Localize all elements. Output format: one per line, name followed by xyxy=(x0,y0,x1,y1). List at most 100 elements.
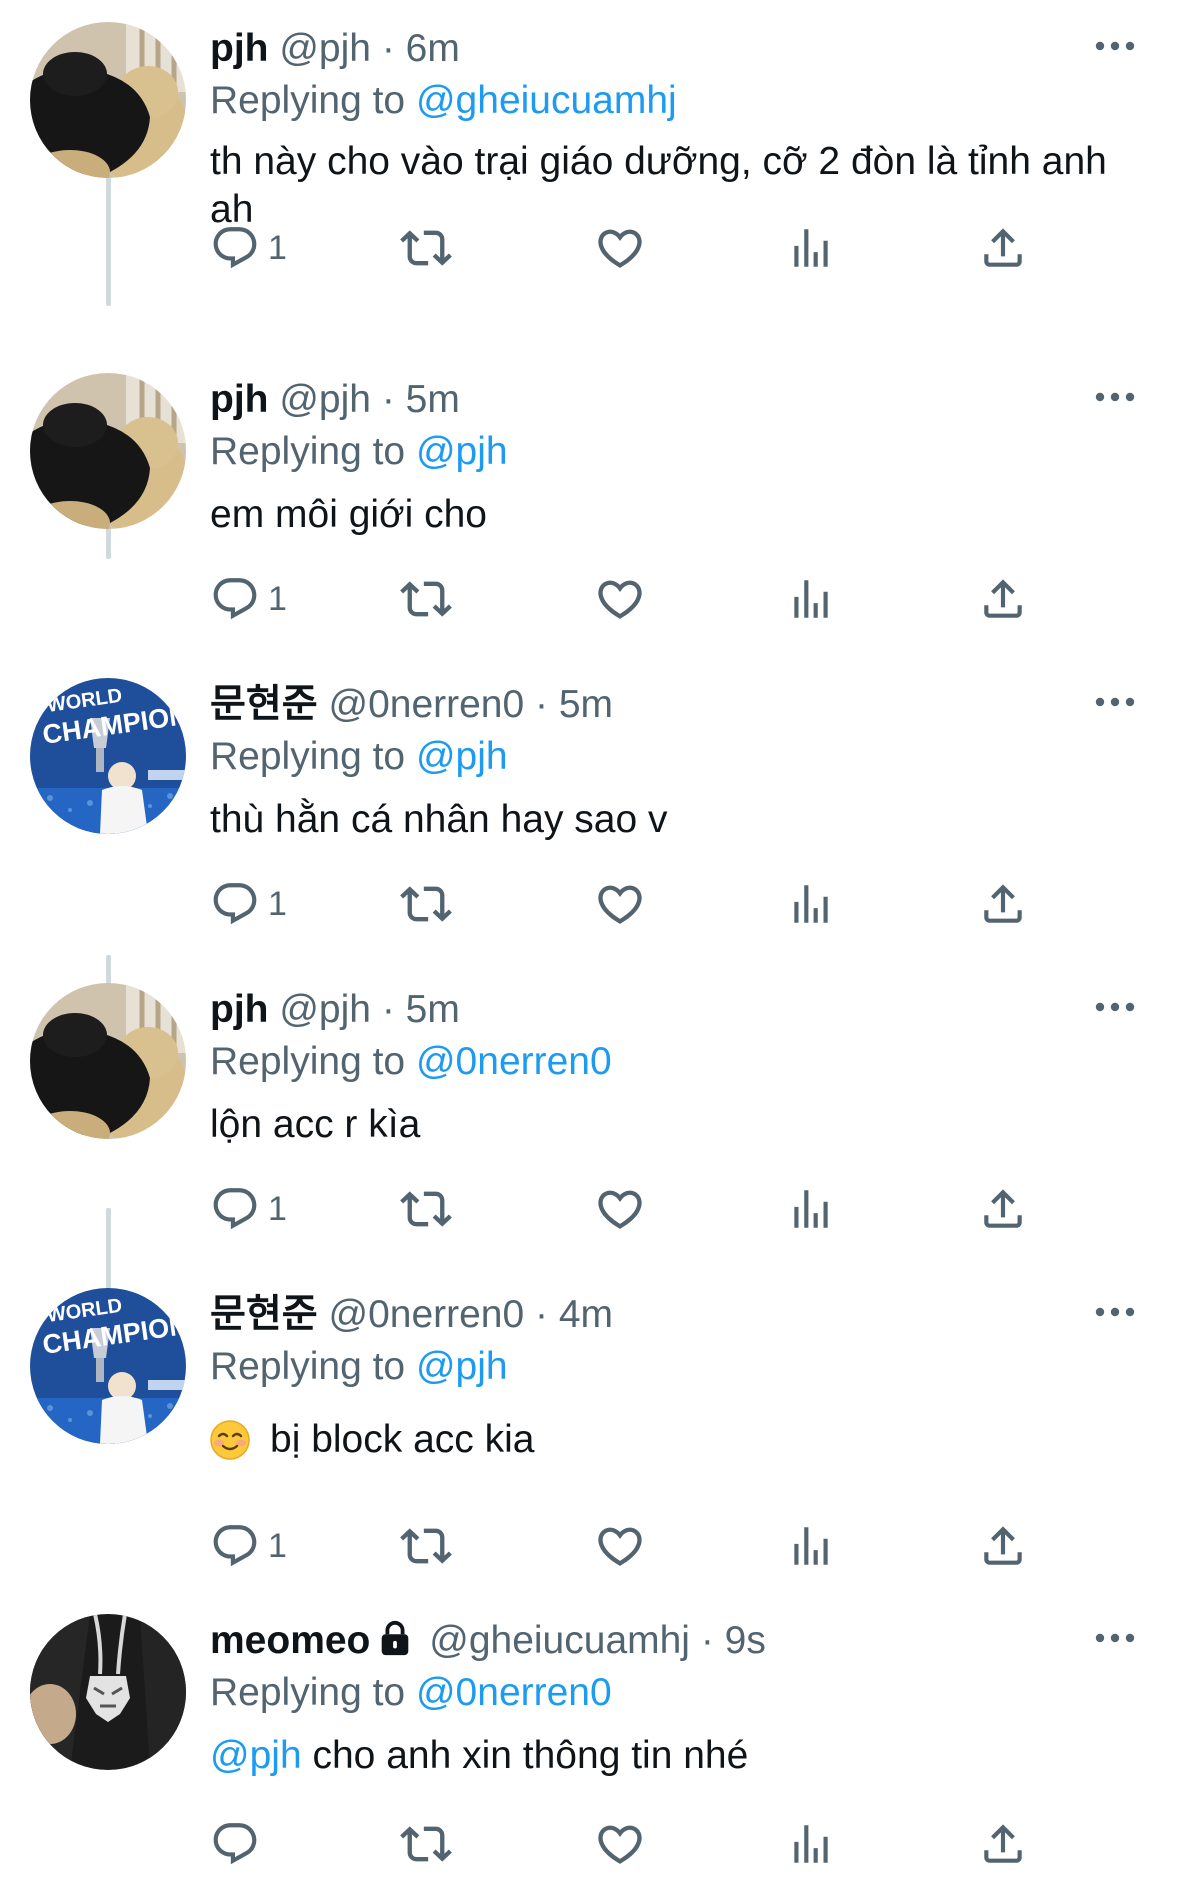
views-button[interactable] xyxy=(786,874,836,934)
replying-mention[interactable]: @pjh xyxy=(416,1345,508,1388)
like-button[interactable] xyxy=(594,218,646,278)
more-options-icon[interactable] xyxy=(1095,391,1135,403)
avatar[interactable]: WORLD CHAMPIONS xyxy=(30,1288,186,1444)
share-button[interactable] xyxy=(978,1516,1028,1576)
tweet[interactable]: pjh @pjh · 5m Replying to @pjh em môi gi… xyxy=(0,373,1179,623)
like-button[interactable] xyxy=(594,569,646,629)
reply-icon xyxy=(210,1819,260,1869)
views-button[interactable] xyxy=(786,1516,836,1576)
timestamp[interactable]: · 4m xyxy=(535,1293,613,1336)
replying-prefix: Replying to xyxy=(210,735,406,778)
views-icon xyxy=(786,574,836,624)
reply-button[interactable]: 1 xyxy=(210,874,287,934)
action-bar: 1 xyxy=(0,569,1179,629)
share-icon xyxy=(978,1819,1028,1869)
retweet-icon xyxy=(400,1183,452,1235)
retweet-button[interactable] xyxy=(400,1814,452,1874)
display-name[interactable]: 문현준 xyxy=(210,683,318,726)
retweet-button[interactable] xyxy=(400,569,452,629)
action-bar: 1 xyxy=(0,1516,1179,1576)
replying-mention[interactable]: @0nerren0 xyxy=(416,1671,612,1714)
replying-to: Replying to @pjh xyxy=(210,734,508,780)
share-button[interactable] xyxy=(978,1814,1028,1874)
share-button[interactable] xyxy=(978,1179,1028,1239)
replying-mention[interactable]: @gheiucuamhj xyxy=(416,79,677,122)
timestamp[interactable]: · 5m xyxy=(535,683,613,726)
display-name[interactable]: pjh xyxy=(210,988,268,1031)
avatar[interactable] xyxy=(30,1614,186,1770)
teddy-bear-avatar xyxy=(30,373,186,529)
share-button[interactable] xyxy=(978,218,1028,278)
teddy-bear-avatar xyxy=(30,22,186,178)
replying-to: Replying to @0nerren0 xyxy=(210,1039,612,1085)
avatar[interactable] xyxy=(30,22,186,178)
replying-mention[interactable]: @pjh xyxy=(416,735,508,778)
retweet-button[interactable] xyxy=(400,1516,452,1576)
views-button[interactable] xyxy=(786,1179,836,1239)
more-options-icon[interactable] xyxy=(1095,1306,1135,1318)
share-button[interactable] xyxy=(978,569,1028,629)
share-icon xyxy=(978,223,1028,273)
share-button[interactable] xyxy=(978,874,1028,934)
replying-mention[interactable]: @pjh xyxy=(416,430,508,473)
display-name[interactable]: meomeo xyxy=(210,1619,370,1662)
text-mention[interactable]: @pjh xyxy=(210,1734,302,1777)
replying-prefix: Replying to xyxy=(210,1671,406,1714)
timestamp[interactable]: · 5m xyxy=(382,988,460,1031)
timestamp[interactable]: · 5m xyxy=(382,378,460,421)
reply-button[interactable]: 1 xyxy=(210,1516,287,1576)
views-button[interactable] xyxy=(786,1814,836,1874)
retweet-icon xyxy=(400,878,452,930)
avatar[interactable]: WORLD CHAMPIONS xyxy=(30,678,186,834)
display-name[interactable]: 문현준 xyxy=(210,1293,318,1336)
display-name[interactable]: pjh xyxy=(210,27,268,70)
tweet-text-row: @pjh cho anh xin thông tin nhé xyxy=(210,1732,1110,1780)
replying-prefix: Replying to xyxy=(210,430,406,473)
tweet-text: em môi giới cho xyxy=(210,493,487,536)
tweet-text: cho anh xin thông tin nhé xyxy=(301,1734,749,1777)
retweet-button[interactable] xyxy=(400,218,452,278)
handle[interactable]: @gheiucuamhj xyxy=(429,1619,690,1662)
handle[interactable]: @pjh xyxy=(279,988,371,1031)
reply-count: 1 xyxy=(268,1526,287,1565)
tweet[interactable]: pjh @pjh · 6m Replying to @gheiucuamhj t… xyxy=(0,22,1179,322)
avatar[interactable] xyxy=(30,373,186,529)
views-button[interactable] xyxy=(786,218,836,278)
handle[interactable]: @pjh xyxy=(279,378,371,421)
display-name[interactable]: pjh xyxy=(210,378,268,421)
share-icon xyxy=(978,879,1028,929)
like-button[interactable] xyxy=(594,1814,646,1874)
more-options-icon[interactable] xyxy=(1095,696,1135,708)
replying-prefix: Replying to xyxy=(210,1040,406,1083)
reply-button[interactable]: 1 xyxy=(210,1179,287,1239)
more-options-icon[interactable] xyxy=(1095,40,1135,52)
tweet[interactable]: meomeo @gheiucuamhj · 9s Replying to @0n… xyxy=(0,1614,1179,1896)
replying-mention[interactable]: @0nerren0 xyxy=(416,1040,612,1083)
handle[interactable]: @pjh xyxy=(279,27,371,70)
retweet-button[interactable] xyxy=(400,1179,452,1239)
reply-count: 1 xyxy=(268,579,287,618)
like-button[interactable] xyxy=(594,1516,646,1576)
reply-count: 1 xyxy=(268,228,287,267)
action-bar: 1 xyxy=(0,218,1179,278)
more-options-icon[interactable] xyxy=(1095,1001,1135,1013)
reply-button[interactable]: 1 xyxy=(210,569,287,629)
replying-to: Replying to @gheiucuamhj xyxy=(210,78,677,124)
replying-to: Replying to @pjh xyxy=(210,1344,508,1390)
handle[interactable]: @0nerren0 xyxy=(328,683,524,726)
avatar[interactable] xyxy=(30,983,186,1139)
timestamp[interactable]: · 9s xyxy=(701,1619,766,1662)
like-button[interactable] xyxy=(594,874,646,934)
tweet[interactable]: WORLD CHAMPIONS 문현준 @0nerren0 · 4m Reply… xyxy=(0,1288,1179,1578)
handle[interactable]: @0nerren0 xyxy=(328,1293,524,1336)
timestamp[interactable]: · 6m xyxy=(382,27,460,70)
tweet[interactable]: pjh @pjh · 5m Replying to @0nerren0 lộn … xyxy=(0,983,1179,1233)
like-button[interactable] xyxy=(594,1179,646,1239)
retweet-button[interactable] xyxy=(400,874,452,934)
heart-icon xyxy=(594,573,646,625)
reply-button[interactable] xyxy=(210,1814,268,1874)
reply-button[interactable]: 1 xyxy=(210,218,287,278)
views-button[interactable] xyxy=(786,569,836,629)
more-options-icon[interactable] xyxy=(1095,1632,1135,1644)
tweet[interactable]: WORLD CHAMPIONS 문현준 @0nerren0 · 5m Reply… xyxy=(0,678,1179,928)
